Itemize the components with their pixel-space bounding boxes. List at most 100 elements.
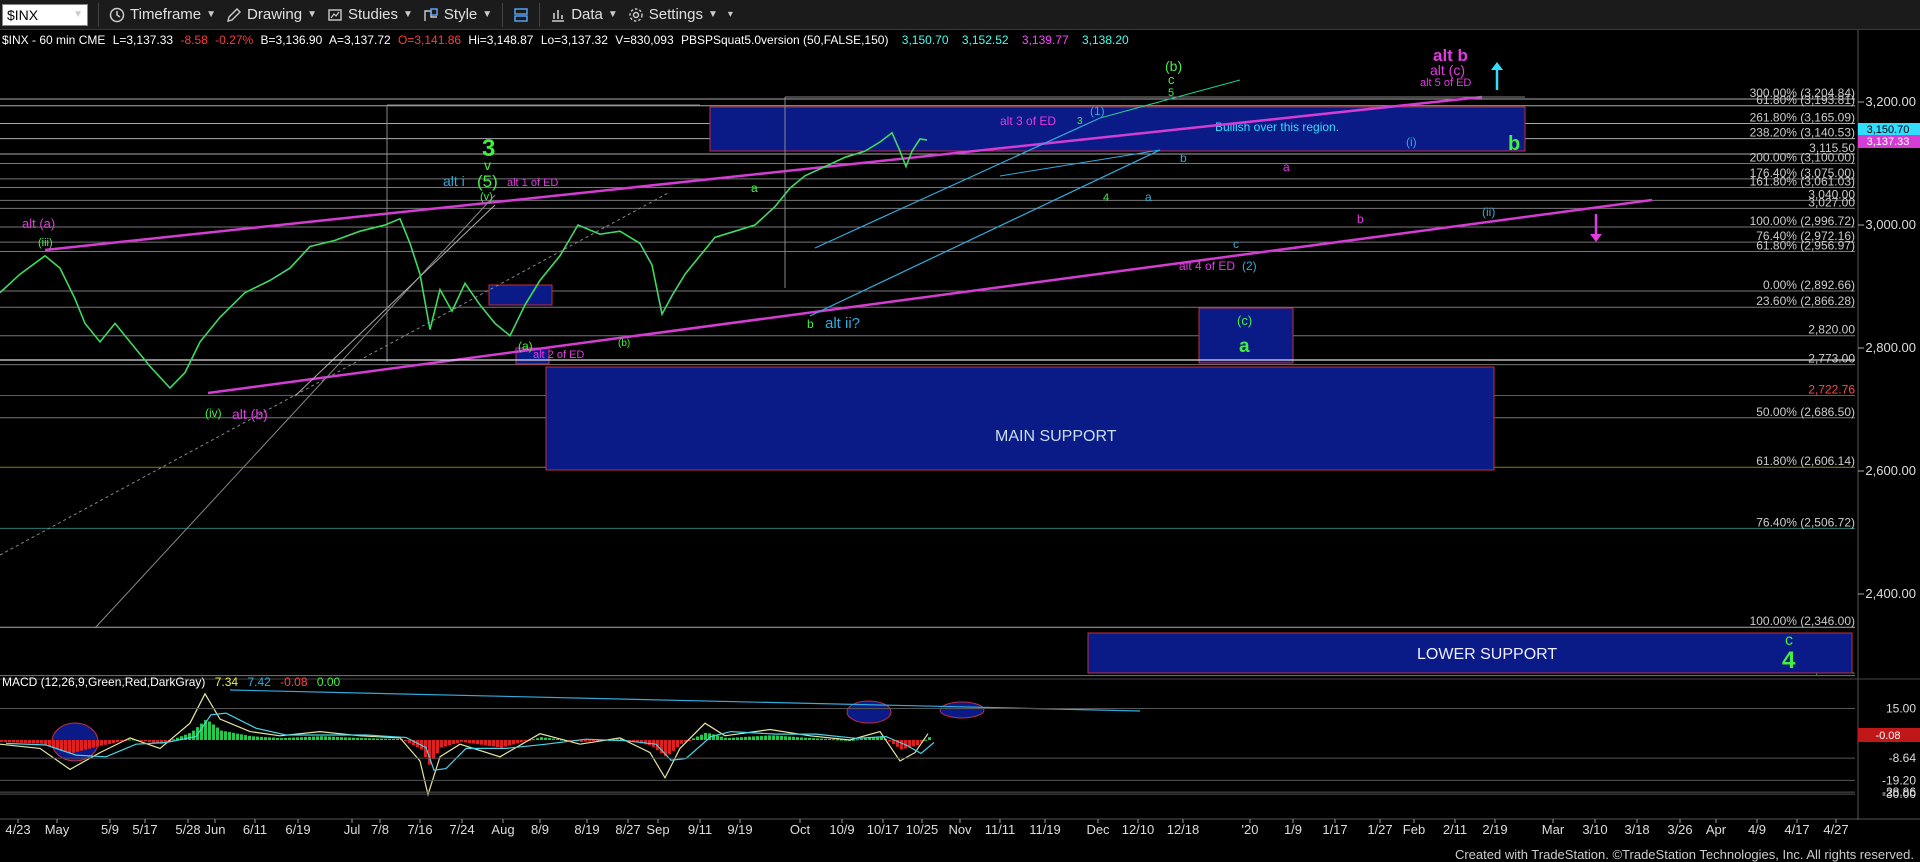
macd-bar	[752, 736, 755, 740]
layout-icon	[514, 7, 528, 22]
time-tick-label: 4/23	[5, 822, 30, 837]
macd-bar	[304, 736, 307, 740]
fib-level-label: 238.20% (3,140.53)	[1750, 126, 1855, 140]
time-tick-label: 8/9	[531, 822, 549, 837]
symbol-input[interactable]: $INX ▼	[2, 3, 88, 26]
macd-bar	[336, 736, 339, 740]
toolbar-more-button[interactable]: ▾	[728, 2, 733, 28]
macd-bar	[148, 740, 151, 742]
wave-label: a	[1145, 190, 1152, 204]
chevron-down-icon: ▼	[307, 9, 317, 20]
chevron-down-icon: ▼	[482, 9, 493, 20]
fib-level-label: 261.80% (3,165.09)	[1750, 110, 1855, 124]
time-tick-label: 6/19	[285, 822, 310, 837]
time-tick-label: 1/27	[1367, 822, 1392, 837]
fib-level-label: 23.60% (2,866.28)	[1756, 294, 1855, 308]
main-support-label: MAIN SUPPORT	[995, 428, 1117, 445]
macd-bar	[380, 738, 383, 740]
time-tick-label: 7/8	[371, 822, 389, 837]
time-tick-label: Feb	[1403, 822, 1425, 837]
macd-bar	[96, 740, 99, 747]
wave-label: (iv)	[205, 406, 222, 420]
layout-button[interactable]	[513, 2, 529, 28]
macd-bar	[704, 732, 707, 740]
time-tick-label: Sep	[646, 822, 669, 837]
macd-bar	[916, 740, 919, 746]
price-tick-label: 2,600.00	[1865, 463, 1916, 478]
style-label: Style	[443, 6, 478, 23]
macd-bar	[648, 740, 651, 746]
copyright-footer: Created with TradeStation. ©TradeStation…	[1454, 847, 1914, 862]
study-value: 3,138.20	[1082, 33, 1129, 47]
toolbar-divider	[539, 2, 541, 27]
macd-bar	[0, 740, 3, 742]
macd-scale-label: -30.00	[1882, 787, 1916, 801]
macd-bar	[508, 740, 511, 746]
time-tick-label: May	[45, 822, 70, 837]
time-tick-label: 4/27	[1823, 822, 1848, 837]
wave-label: c	[1233, 237, 1239, 251]
macd-bar	[68, 740, 71, 753]
macd-bar	[328, 736, 331, 740]
settings-button[interactable]: Settings ▼	[628, 2, 718, 28]
wave-label: alt 5 of ED	[1420, 77, 1471, 89]
macd-bar	[680, 740, 683, 744]
macd-bar	[44, 740, 47, 746]
macd-bar	[368, 738, 371, 740]
wave-label: b	[807, 317, 814, 331]
wave-label: alt (c)	[1430, 62, 1465, 78]
macd-bar	[56, 740, 59, 749]
macd-bar	[724, 737, 727, 740]
macd-bar	[40, 740, 43, 744]
time-tick-label: 3/10	[1582, 822, 1607, 837]
data-label: Data	[571, 6, 603, 23]
macd-bar	[772, 735, 775, 740]
data-button[interactable]: Data ▼	[550, 2, 618, 28]
macd-bar	[36, 740, 39, 744]
macd-bar	[716, 735, 719, 740]
header-study: PBSPSquat5.0version (50,FALSE,150)	[681, 33, 888, 47]
wave-label: alt ii?	[825, 315, 860, 332]
wave-label: alt 3 of ED	[1000, 114, 1056, 128]
time-tick-label: 4/9	[1748, 822, 1766, 837]
wave-label: (1)	[1090, 104, 1105, 118]
macd-bar	[364, 738, 367, 740]
macd-bar	[292, 737, 295, 740]
macd-bar	[864, 738, 867, 740]
time-tick-label: 12/18	[1167, 822, 1200, 837]
gear-icon	[629, 7, 643, 22]
macd-bar	[208, 721, 211, 740]
price-tick-label: 3,000.00	[1865, 217, 1916, 232]
time-tick-label: 10/17	[867, 822, 900, 837]
studies-icon	[328, 8, 342, 21]
studies-button[interactable]: Studies ▼	[327, 2, 413, 28]
time-tick-label: 2/11	[1443, 822, 1467, 837]
timeframe-button[interactable]: Timeframe ▼	[109, 2, 216, 28]
macd-bar	[140, 740, 143, 741]
macd-bar	[408, 740, 411, 744]
price-chart[interactable]: $INX - 60 min CME L=3,137.33 -8.58 -0.27…	[0, 30, 1920, 862]
macd-bar	[312, 736, 315, 740]
chevron-down-icon: ▼	[206, 9, 217, 20]
style-button[interactable]: Style ▼	[423, 2, 492, 28]
macd-bar	[768, 735, 771, 740]
macd-bar	[532, 739, 535, 741]
time-tick-label: 8/19	[574, 822, 599, 837]
fib-level-label: 161.80% (3,061.03)	[1750, 174, 1855, 188]
macd-bar	[276, 737, 279, 740]
wave-label: v	[484, 157, 491, 173]
wave-label: a	[1239, 336, 1250, 357]
bullish-region-label: Bullish over this region.	[1215, 120, 1339, 134]
header-last: L=3,137.33	[113, 33, 174, 47]
macd-scale-label: 15.00	[1886, 702, 1916, 716]
macd-bar	[224, 731, 227, 740]
macd-bar	[468, 740, 471, 744]
macd-bar	[12, 740, 15, 743]
drawing-button[interactable]: Drawing ▼	[226, 2, 317, 28]
time-tick-label: 8/27	[615, 822, 640, 837]
macd-bar	[8, 740, 11, 743]
macd-bar	[516, 740, 519, 744]
macd-bar	[536, 738, 539, 740]
header-bid: B=3,136.90	[261, 33, 323, 47]
macd-header: MACD (12,26,9,Green,Red,DarkGray) 7.34 7…	[2, 675, 341, 689]
